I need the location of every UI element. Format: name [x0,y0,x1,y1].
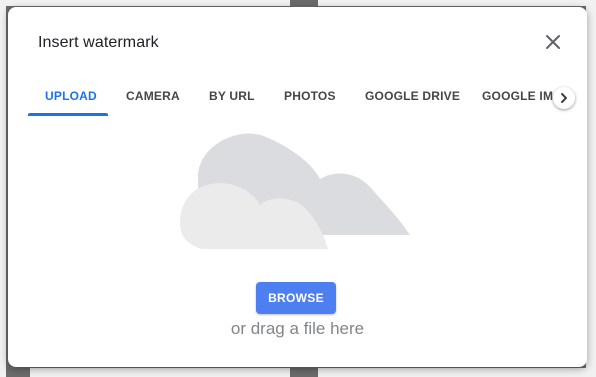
background-panel [318,0,596,6]
tab-upload[interactable]: UPLOAD [45,77,97,115]
tab-google-drive[interactable]: GOOGLE DRIVE [365,77,460,115]
chevron-right-icon [561,93,567,103]
tab-bar: UPLOAD CAMERA BY URL PHOTOS GOOGLE DRIVE… [28,77,560,117]
tab-camera[interactable]: CAMERA [126,77,180,115]
browse-button[interactable]: BROWSE [256,282,336,314]
background-panel [0,0,290,6]
tab-google-images[interactable]: GOOGLE IMAGES [482,77,560,115]
tabs-scroll-right-button[interactable] [553,87,575,109]
close-icon[interactable] [543,32,563,52]
background-panel [30,368,290,377]
insert-watermark-dialog: Insert watermark UPLOAD CAMERA BY URL PH… [8,7,587,367]
cloud-icon [180,133,410,249]
dialog-title: Insert watermark [38,34,159,51]
background-panel [318,368,588,377]
active-tab-indicator [28,113,108,116]
background-panel [0,0,6,377]
tab-by-url[interactable]: BY URL [209,77,255,115]
drag-drop-hint: or drag a file here [230,319,365,338]
background-panel [586,0,596,377]
tab-photos[interactable]: PHOTOS [284,77,336,115]
